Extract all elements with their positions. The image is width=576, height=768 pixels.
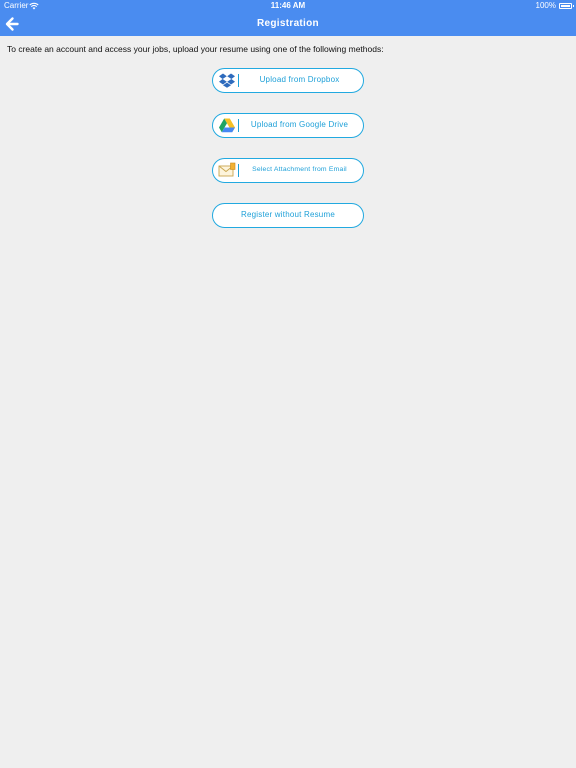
button-separator	[238, 119, 239, 132]
upload-dropbox-button[interactable]: Upload from Dropbox	[212, 68, 364, 93]
instructions-text: To create an account and access your job…	[7, 44, 384, 54]
dropbox-icon	[219, 73, 235, 88]
upload-google-drive-label: Upload from Google Drive	[250, 120, 349, 129]
upload-google-drive-button[interactable]: Upload from Google Drive	[212, 113, 364, 138]
upload-dropbox-label: Upload from Dropbox	[259, 75, 340, 84]
select-email-attachment-button[interactable]: Select Attachment from Email	[212, 158, 364, 183]
register-without-resume-label: Register without Resume	[241, 210, 335, 219]
page-title: Registration	[257, 18, 319, 29]
nav-bar: Registration	[0, 12, 576, 36]
status-bar: Carrier 11:46 AM 100%	[0, 0, 576, 12]
email-icon	[218, 162, 236, 177]
register-without-resume-button[interactable]: Register without Resume	[212, 203, 364, 228]
status-time: 11:46 AM	[270, 1, 306, 10]
button-separator	[238, 164, 239, 177]
battery-icon	[559, 3, 572, 9]
top-bar: Carrier 11:46 AM 100% Registration	[0, 0, 576, 36]
battery-percent: 100%	[535, 1, 556, 10]
select-email-attachment-label: Select Attachment from Email	[252, 166, 347, 173]
google-drive-icon	[219, 118, 235, 133]
battery-tip	[572, 5, 574, 7]
button-separator	[238, 74, 239, 87]
